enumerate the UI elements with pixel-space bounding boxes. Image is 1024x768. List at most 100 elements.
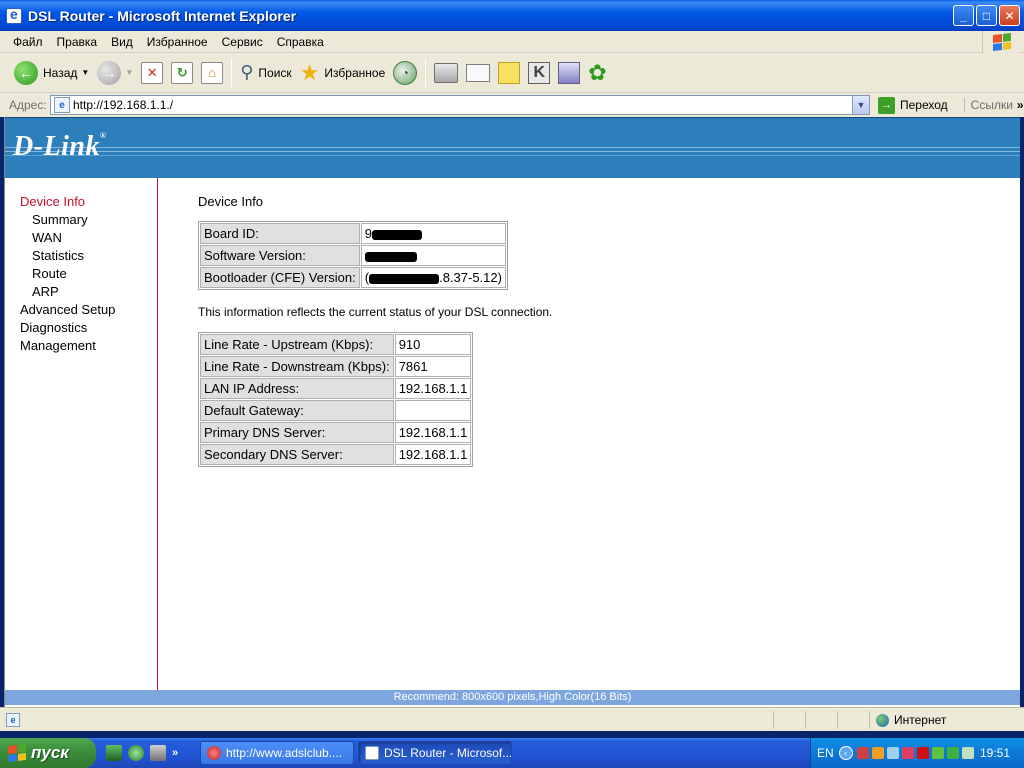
start-button[interactable]: пуск	[0, 738, 96, 768]
system-tray: EN ‹ 19:51	[810, 738, 1024, 768]
connection-status-table: Line Rate - Upstream (Kbps): 910 Line Ra…	[198, 332, 474, 467]
table-row: Default Gateway:	[200, 400, 472, 421]
star-icon: ★	[299, 59, 320, 85]
window-title: DSL Router - Microsoft Internet Explorer	[28, 7, 297, 24]
media-button[interactable]: ◔	[389, 57, 421, 89]
print-button[interactable]	[430, 57, 462, 89]
sidebar-item-management[interactable]: Management	[20, 338, 96, 353]
tray-app-icon[interactable]	[946, 747, 959, 759]
menu-edit[interactable]: Правка	[50, 35, 105, 49]
tray-app-icon[interactable]	[931, 747, 944, 759]
address-dropdown-icon[interactable]: ▼	[852, 96, 869, 114]
tray-icons	[856, 747, 974, 759]
sidebar-item-diagnostics[interactable]: Diagnostics	[20, 320, 87, 335]
table-row: Bootloader (CFE) Version: (.8.37-5.12)	[200, 267, 506, 288]
menu-file[interactable]: Файл	[0, 35, 50, 49]
tray-app-icon[interactable]	[871, 747, 884, 759]
title-bar[interactable]: DSL Router - Microsoft Internet Explorer…	[0, 0, 1024, 31]
sidebar-item-statistics[interactable]: Statistics	[32, 248, 84, 263]
table-row: Line Rate - Upstream (Kbps): 910	[200, 334, 472, 355]
ie-icon	[6, 6, 22, 24]
quick-launch-more-icon[interactable]: »	[172, 747, 178, 759]
taskbar: пуск » http://www.adslclub.... DSL Route…	[0, 738, 1024, 768]
sidebar-item-route[interactable]: Route	[32, 266, 67, 281]
status-note: This information reflects the current st…	[198, 305, 553, 319]
menu-view[interactable]: Вид	[104, 35, 140, 49]
address-input[interactable]	[73, 98, 853, 112]
tray-app-icon[interactable]	[886, 747, 899, 759]
address-field[interactable]: e ▼	[50, 95, 870, 115]
quick-launch-icon[interactable]	[128, 745, 144, 761]
redaction-mark	[371, 229, 422, 240]
minimize-button[interactable]: _	[953, 5, 974, 26]
sidebar-item-device-info[interactable]: Device Info	[20, 194, 85, 209]
taskbar-item-dsl-router[interactable]: DSL Router - Microsof...	[358, 741, 512, 765]
recommend-footer: Recommend: 800x600 pixels,High Color(16 …	[5, 690, 1020, 705]
tray-app-icon[interactable]	[901, 747, 914, 759]
toolbar: ← Назад ▼ → ▼ ✕ ↻ ⌂ ⚲ Поиск ★ Избранное …	[0, 53, 1024, 93]
dlink-banner: D-Link®	[5, 117, 1020, 178]
default-gateway-label: Default Gateway:	[200, 400, 394, 421]
address-bar: Адрес: e ▼ → Переход Ссылки »	[0, 93, 1024, 117]
links-button[interactable]: Ссылки	[963, 98, 1013, 112]
back-label: Назад	[43, 65, 78, 80]
go-button[interactable]: → Переход	[878, 96, 948, 114]
tools-button[interactable]	[554, 57, 584, 89]
show-desktop-icon[interactable]	[150, 745, 166, 761]
back-button[interactable]: ← Назад ▼	[10, 57, 93, 89]
board-id-label: Board ID:	[200, 223, 360, 244]
dlink-logo: D-Link®	[13, 131, 107, 162]
downstream-rate-value: 7861	[394, 356, 472, 377]
tray-app-icon[interactable]	[961, 747, 974, 759]
forward-button[interactable]: → ▼	[93, 57, 137, 89]
edit-button[interactable]	[462, 57, 494, 89]
back-dropdown-icon[interactable]: ▼	[81, 68, 89, 77]
home-button[interactable]: ⌂	[197, 57, 227, 89]
redaction-mark	[364, 251, 417, 262]
primary-dns-label: Primary DNS Server:	[200, 422, 394, 443]
tray-expand-icon[interactable]: ‹	[838, 746, 853, 760]
close-button[interactable]: ✕	[999, 5, 1020, 26]
maximize-button[interactable]: □	[976, 5, 997, 26]
search-button[interactable]: ⚲ Поиск	[236, 57, 295, 89]
address-label: Адрес:	[9, 98, 47, 112]
language-indicator[interactable]: EN	[817, 746, 834, 760]
favorites-button[interactable]: ★ Избранное	[296, 57, 390, 89]
page-status-icon: e	[6, 712, 20, 727]
downstream-rate-label: Line Rate - Downstream (Kbps):	[200, 356, 394, 377]
menu-tools[interactable]: Сервис	[215, 35, 270, 49]
menu-help[interactable]: Справка	[270, 35, 331, 49]
sidebar-item-arp[interactable]: ARP	[32, 284, 59, 299]
quick-launch-icon[interactable]	[106, 745, 122, 761]
sidebar-item-summary[interactable]: Summary	[32, 212, 88, 227]
note-icon	[498, 61, 521, 84]
lan-ip-value: 192.168.1.1	[394, 378, 472, 399]
taskbar-item-adslclub[interactable]: http://www.adslclub....	[200, 741, 354, 765]
sidebar-item-wan[interactable]: WAN	[32, 230, 62, 245]
stop-button[interactable]: ✕	[137, 57, 167, 89]
refresh-button[interactable]: ↻	[167, 57, 197, 89]
sidebar-nav: Device Info Summary WAN Statistics Route…	[5, 178, 158, 690]
upstream-rate-label: Line Rate - Upstream (Kbps):	[200, 334, 394, 355]
toolbar-separator	[425, 58, 427, 87]
browser-icon	[365, 746, 379, 760]
icq-button[interactable]: ✿	[584, 57, 610, 89]
forward-dropdown-icon[interactable]: ▼	[125, 68, 133, 77]
links-chevron-icon[interactable]: »	[1017, 98, 1024, 112]
forward-arrow-icon: →	[97, 60, 122, 85]
note-button[interactable]	[494, 57, 524, 89]
favorites-label: Избранное	[324, 65, 386, 80]
windows-flag-icon	[992, 33, 1011, 51]
lan-ip-label: LAN IP Address:	[200, 378, 394, 399]
sidebar-item-advanced-setup[interactable]: Advanced Setup	[20, 302, 115, 317]
tray-app-icon[interactable]	[916, 747, 929, 759]
bootloader-version-value: (.8.37-5.12)	[360, 267, 506, 288]
toolbar-separator	[231, 58, 233, 87]
menu-favorites[interactable]: Избранное	[140, 35, 215, 49]
globe-icon	[876, 713, 889, 727]
table-row: Secondary DNS Server: 192.168.1.1	[200, 444, 472, 465]
tray-app-icon[interactable]	[856, 747, 869, 759]
device-info-table: Board ID: 9 Software Version: Bootloader…	[198, 221, 508, 290]
k-button[interactable]: K	[524, 57, 554, 89]
page-icon: e	[54, 97, 70, 113]
